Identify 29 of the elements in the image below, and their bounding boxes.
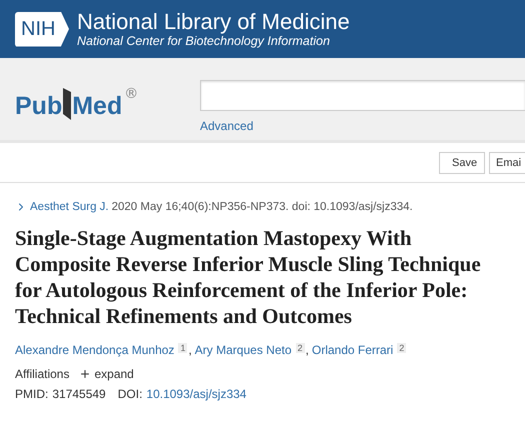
separator: , [188,343,192,357]
article-title: Single-Stage Augmentation Mastopexy With Composite Reverse Inferior Muscle Sling Technique for Autologous Reinforcement of the Inferior Pole: Technical Refinements and Outcomes [15,225,482,329]
advanced-link[interactable]: Advanced [200,119,254,133]
citation-details: 2020 May 16;40(6):NP356-NP373. doi: 10.1093/asj/sjz334. [112,201,413,213]
affiliation-number[interactable]: 2 [296,343,305,353]
logo-text[interactable]: Pub [15,92,62,121]
affiliation-number[interactable]: 1 [178,343,188,353]
affiliation-number[interactable]: 2 [397,343,406,353]
pmid-label: PMID: [15,387,48,401]
separator: , [306,343,309,357]
search-field[interactable] [200,80,525,111]
book-icon [62,86,72,120]
logo-text[interactable]: Med [72,92,122,121]
journal-link[interactable]: Aesthet Surg J. [30,201,109,213]
action-button[interactable]: Save [439,152,485,174]
doi-label: DOI: [118,387,142,401]
pmid-value: 31745549 [52,387,106,401]
site-title: National Library of Medicine [77,10,350,34]
action-button[interactable]: Emai [489,152,525,174]
doi-link[interactable]: 10.1093/asj/sjz334 [146,387,246,401]
site-subtitle: National Center for Biotechnology Information [77,34,331,48]
expand-toggle[interactable]: expand [73,367,134,381]
author-link[interactable]: Alexandre Mendonça Munhoz [15,343,174,357]
affiliations-label: Affiliations [15,367,70,381]
registered-mark: ® [124,86,138,102]
nih-logo[interactable]: NIH [15,12,69,46]
plus-icon [79,368,92,380]
author-link[interactable]: Orlando Ferrari [312,343,394,357]
author-link[interactable]: Ary Marques Neto [194,343,292,357]
